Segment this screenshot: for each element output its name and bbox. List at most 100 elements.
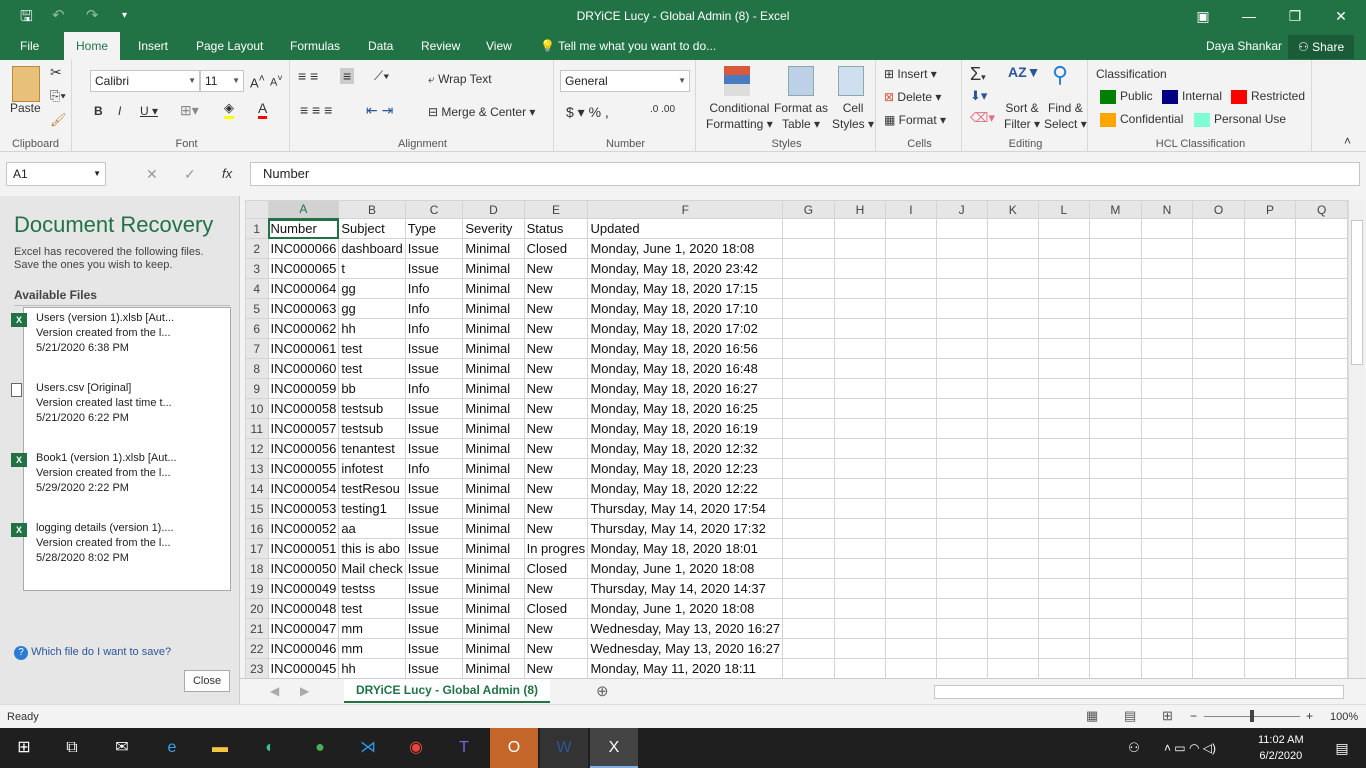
cell[interactable]: Issue (404, 658, 464, 678)
cell[interactable] (1192, 358, 1245, 379)
cell[interactable]: Wednesday, May 13, 2020 16:27 (587, 638, 784, 659)
cell[interactable] (1192, 458, 1245, 479)
paste-button[interactable]: Paste (10, 101, 41, 115)
cell[interactable] (1037, 258, 1090, 279)
share-button[interactable]: ⚇ Share (1288, 35, 1355, 59)
cell[interactable] (1088, 278, 1142, 299)
cell[interactable]: Minimal (462, 338, 525, 359)
cell[interactable] (986, 538, 1039, 559)
cell[interactable]: Monday, May 18, 2020 16:48 (587, 358, 784, 379)
cell[interactable] (1037, 378, 1090, 399)
class-public[interactable]: Public (1100, 89, 1153, 104)
cell[interactable] (1295, 618, 1348, 639)
cell[interactable] (1243, 418, 1297, 439)
row-header[interactable]: 19 (245, 578, 269, 599)
cell[interactable] (1037, 538, 1090, 559)
cell[interactable]: Minimal (462, 558, 525, 579)
cell[interactable]: INC000060 (267, 358, 340, 379)
cell[interactable] (885, 598, 937, 619)
cell[interactable] (1140, 358, 1194, 379)
cell[interactable] (1295, 218, 1348, 239)
cell[interactable]: INC000063 (267, 298, 340, 319)
cell[interactable] (1295, 478, 1348, 499)
cell[interactable] (1037, 238, 1090, 259)
cell[interactable] (1295, 338, 1348, 359)
cell[interactable] (1192, 558, 1245, 579)
cell[interactable]: Monday, May 18, 2020 12:22 (587, 478, 784, 499)
cell[interactable] (1243, 638, 1297, 659)
cell[interactable]: INC000066 (267, 238, 340, 259)
cell[interactable]: Closed (523, 558, 589, 579)
cell[interactable]: Issue (404, 598, 464, 619)
cell[interactable] (833, 338, 887, 359)
cell[interactable] (782, 538, 835, 559)
cell[interactable] (1088, 318, 1142, 339)
cell[interactable] (1088, 238, 1142, 259)
cell[interactable] (1140, 538, 1194, 559)
cell[interactable] (1192, 258, 1245, 279)
cell[interactable] (833, 358, 887, 379)
cell[interactable] (986, 338, 1039, 359)
format-painter-icon[interactable]: 🖌 (50, 112, 67, 128)
cell[interactable] (885, 618, 937, 639)
cell[interactable] (885, 358, 937, 379)
column-header[interactable]: J (935, 200, 988, 219)
cell[interactable] (1088, 338, 1142, 359)
cell[interactable] (1243, 518, 1297, 539)
tell-me-search[interactable]: 💡 Tell me what you want to do... (530, 32, 726, 60)
cell[interactable] (986, 278, 1039, 299)
cell[interactable] (935, 618, 988, 639)
row-header[interactable]: 8 (245, 358, 269, 379)
cell[interactable]: Monday, June 1, 2020 18:08 (587, 238, 784, 259)
cell[interactable]: Type (404, 218, 464, 239)
cell[interactable] (935, 418, 988, 439)
cell[interactable]: New (523, 378, 589, 399)
cell[interactable]: Monday, May 18, 2020 12:23 (587, 458, 784, 479)
mail-icon[interactable]: ✉ (98, 728, 146, 768)
cell[interactable]: Thursday, May 14, 2020 17:54 (587, 498, 784, 519)
cell[interactable]: Minimal (462, 418, 525, 439)
ribbon-display-icon[interactable]: ▣ (1180, 4, 1226, 28)
column-header[interactable]: C (404, 200, 464, 219)
cell[interactable]: Monday, June 1, 2020 18:08 (587, 598, 784, 619)
cell[interactable] (885, 278, 937, 299)
cell[interactable] (833, 518, 887, 539)
cell[interactable] (1140, 638, 1194, 659)
collapse-ribbon-icon[interactable]: ˄ (1344, 134, 1351, 148)
row-header[interactable]: 13 (245, 458, 269, 479)
tab-insert[interactable]: Insert (128, 32, 178, 60)
cell[interactable] (1243, 318, 1297, 339)
cell[interactable] (1192, 318, 1245, 339)
cell[interactable] (1037, 398, 1090, 419)
cell[interactable]: INC000065 (267, 258, 340, 279)
cell[interactable] (1243, 438, 1297, 459)
paste-icon[interactable] (12, 66, 40, 102)
cell[interactable]: Minimal (462, 618, 525, 639)
cell[interactable] (1037, 218, 1090, 239)
user-name[interactable]: Daya Shankar (1196, 32, 1292, 60)
cell-styles-button[interactable]: Cell Styles ▾ (832, 100, 874, 132)
cell[interactable]: New (523, 638, 589, 659)
cell[interactable] (1037, 278, 1090, 299)
cell[interactable] (1037, 658, 1090, 678)
column-header[interactable]: H (833, 200, 887, 219)
cell[interactable]: Info (404, 378, 464, 399)
class-personal-use[interactable]: Personal Use (1194, 112, 1286, 127)
cell[interactable]: infotest (338, 458, 406, 479)
cancel-icon[interactable]: ✕ (146, 166, 158, 183)
cell[interactable]: bb (338, 378, 406, 399)
insert-cells-button[interactable]: ⊞ Insert ▾ (884, 67, 937, 81)
cell[interactable] (1243, 398, 1297, 419)
cell[interactable] (1088, 458, 1142, 479)
row-header[interactable]: 16 (245, 518, 269, 539)
cell[interactable]: hh (338, 318, 406, 339)
cell[interactable]: testing1 (338, 498, 406, 519)
row-header[interactable]: 9 (245, 378, 269, 399)
cell[interactable]: Issue (404, 618, 464, 639)
cell[interactable]: New (523, 318, 589, 339)
cell[interactable]: tenantest (338, 438, 406, 459)
cell[interactable]: Minimal (462, 278, 525, 299)
cell[interactable]: testss (338, 578, 406, 599)
recovered-file-item[interactable]: X logging details (version 1).... Versio… (11, 521, 216, 566)
delete-cells-button[interactable]: ⊠ Delete ▾ (884, 90, 941, 104)
